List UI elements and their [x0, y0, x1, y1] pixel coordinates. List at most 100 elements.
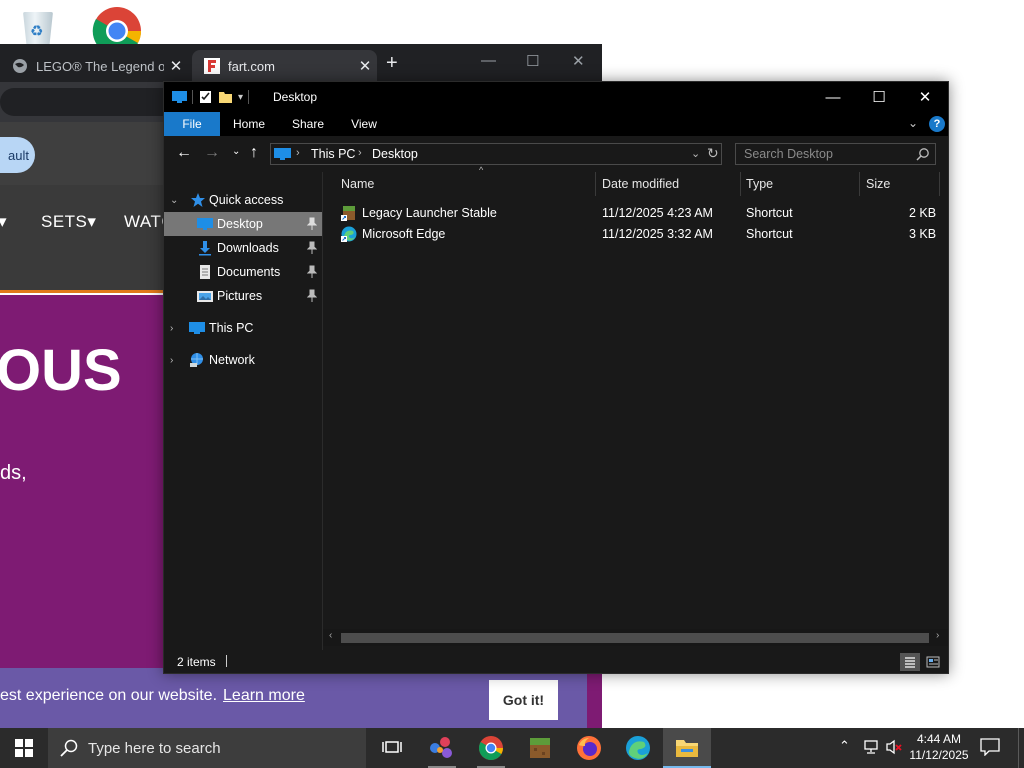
- address-bar[interactable]: › This PC › Desktop ⌄ ↻: [270, 143, 722, 165]
- large-icons-view-icon[interactable]: [923, 653, 943, 671]
- nav-sets[interactable]: SETS▾: [41, 212, 96, 232]
- clock[interactable]: 4:44 AM 11/12/2025: [906, 731, 972, 763]
- search-placeholder: Type here to search: [88, 740, 221, 757]
- chevron-right-icon[interactable]: ›: [170, 355, 173, 366]
- desktop-folder-icon: [197, 216, 213, 232]
- forward-arrow-icon[interactable]: →: [204, 144, 220, 162]
- scroll-thumb[interactable]: [341, 633, 929, 643]
- search-icon: [60, 739, 78, 762]
- molecule-app-icon[interactable]: [418, 728, 466, 768]
- maximize-icon[interactable]: ☐: [526, 52, 539, 70]
- up-arrow-icon[interactable]: ↑: [250, 144, 258, 162]
- minecraft-icon[interactable]: [516, 728, 564, 768]
- action-center-icon[interactable]: [980, 738, 1000, 757]
- file-date: 11/12/2025 4:23 AM: [602, 206, 713, 220]
- title-bar: ▾ Desktop — ☐ ✕: [164, 82, 948, 112]
- chrome-taskbar-icon[interactable]: [467, 728, 515, 768]
- nav-quick-access[interactable]: ⌄ Quick access: [164, 188, 322, 212]
- scroll-left-icon[interactable]: ‹: [329, 630, 332, 641]
- nav-desktop[interactable]: Desktop: [164, 212, 322, 236]
- column-divider[interactable]: [939, 172, 940, 196]
- volume-muted-icon[interactable]: [885, 739, 903, 758]
- start-button[interactable]: [0, 728, 48, 768]
- file-size: 3 KB: [909, 227, 937, 241]
- refresh-icon[interactable]: ↻: [707, 145, 719, 162]
- ribbon-tab-share[interactable]: Share: [288, 112, 328, 136]
- chevron-down-icon[interactable]: ⌄: [170, 195, 178, 206]
- got-it-button[interactable]: Got it!: [489, 680, 558, 720]
- search-icon[interactable]: [916, 147, 930, 161]
- browser-tab-lego[interactable]: LEGO® The Legend o ✕: [0, 50, 188, 82]
- breadcrumb-desktop[interactable]: Desktop: [372, 147, 418, 161]
- window-title: Desktop: [273, 90, 318, 104]
- details-view-icon[interactable]: [900, 653, 920, 671]
- nav-network[interactable]: › Network: [164, 348, 322, 372]
- recycle-bin-icon[interactable]: ♻: [14, 4, 62, 48]
- search-box[interactable]: Search Desktop: [735, 143, 936, 165]
- nav-pictures[interactable]: Pictures: [164, 284, 322, 308]
- maximize-icon[interactable]: ☐: [856, 82, 902, 112]
- default-button[interactable]: ault: [0, 137, 35, 173]
- browser-tab-fart[interactable]: fart.com ✕: [192, 50, 377, 82]
- show-desktop-button[interactable]: [1018, 728, 1024, 768]
- column-date-modified[interactable]: Date modified: [602, 172, 740, 196]
- column-type[interactable]: Type: [746, 172, 859, 196]
- column-divider[interactable]: [740, 172, 741, 196]
- pin-icon[interactable]: [306, 241, 318, 255]
- taskbar-search-box[interactable]: Type here to search: [48, 728, 366, 768]
- minimize-icon[interactable]: —: [481, 52, 496, 69]
- minimize-icon[interactable]: —: [810, 82, 856, 112]
- file-size: 2 KB: [909, 206, 937, 220]
- new-tab-button[interactable]: +: [386, 52, 398, 75]
- address-dropdown-icon[interactable]: ⌄: [691, 147, 700, 160]
- pin-icon[interactable]: [306, 265, 318, 279]
- pin-icon[interactable]: [306, 217, 318, 231]
- network-status-icon[interactable]: [862, 739, 880, 758]
- close-tab-icon[interactable]: ✕: [353, 57, 377, 75]
- ribbon-tab-view[interactable]: View: [346, 112, 382, 136]
- pin-icon[interactable]: [306, 289, 318, 303]
- cookie-text: est experience on our website. Learn more: [0, 687, 305, 705]
- recent-locations-icon[interactable]: ⌄: [232, 146, 240, 157]
- file-list: Name ^ Date modified Type Size Legacy La…: [323, 165, 948, 650]
- help-icon[interactable]: ?: [929, 116, 945, 132]
- new-folder-icon[interactable]: [218, 90, 233, 104]
- horizontal-scrollbar[interactable]: ‹ ›: [323, 629, 948, 646]
- nav-label: Network: [209, 353, 255, 367]
- nav-label: Pictures: [217, 289, 263, 303]
- close-tab-icon[interactable]: ✕: [164, 57, 188, 75]
- show-hidden-icons-chevron-up-icon[interactable]: ⌃: [839, 738, 850, 754]
- file-row[interactable]: Microsoft Edge 11/12/2025 3:32 AM Shortc…: [323, 224, 948, 245]
- chevron-right-icon[interactable]: ›: [170, 323, 173, 334]
- column-size[interactable]: Size: [866, 172, 939, 196]
- close-icon[interactable]: ✕: [572, 52, 585, 70]
- nav-this-pc[interactable]: › This PC: [164, 316, 322, 340]
- properties-icon[interactable]: [198, 90, 213, 104]
- nav-partial-item[interactable]: ▾: [0, 212, 7, 232]
- ribbon-tab-home[interactable]: Home: [228, 112, 270, 136]
- column-divider[interactable]: [859, 172, 860, 196]
- customize-qat-icon[interactable]: ▾: [238, 92, 243, 103]
- expand-ribbon-icon[interactable]: ⌄: [908, 116, 918, 130]
- column-divider[interactable]: [595, 172, 596, 196]
- breadcrumb-this-pc[interactable]: This PC: [311, 147, 355, 161]
- clock-date: 11/12/2025: [909, 748, 969, 762]
- status-bar: 2 items: [164, 650, 948, 673]
- column-name[interactable]: Name ^: [341, 165, 595, 196]
- nav-downloads[interactable]: Downloads: [164, 236, 322, 260]
- file-explorer-taskbar-icon[interactable]: [663, 728, 711, 768]
- browser-tab-strip: LEGO® The Legend o ✕ fart.com ✕ + — ☐ ✕: [0, 44, 602, 82]
- nav-documents[interactable]: Documents: [164, 260, 322, 284]
- firefox-icon[interactable]: [565, 728, 613, 768]
- ribbon-tab-file[interactable]: File: [164, 112, 220, 136]
- back-arrow-icon[interactable]: ←: [176, 144, 192, 162]
- edge-taskbar-icon[interactable]: [614, 728, 662, 768]
- task-view-icon[interactable]: [368, 728, 416, 768]
- navigation-bar: ← → ⌄ ↑ › This PC › Desktop ⌄ ↻ Search D…: [164, 136, 948, 172]
- close-icon[interactable]: ✕: [902, 82, 948, 112]
- file-type: Shortcut: [746, 206, 793, 220]
- file-row[interactable]: Legacy Launcher Stable 11/12/2025 4:23 A…: [323, 203, 948, 224]
- scroll-right-icon[interactable]: ›: [936, 630, 939, 641]
- learn-more-link[interactable]: Learn more: [223, 687, 305, 704]
- download-arrow-icon: [197, 240, 213, 256]
